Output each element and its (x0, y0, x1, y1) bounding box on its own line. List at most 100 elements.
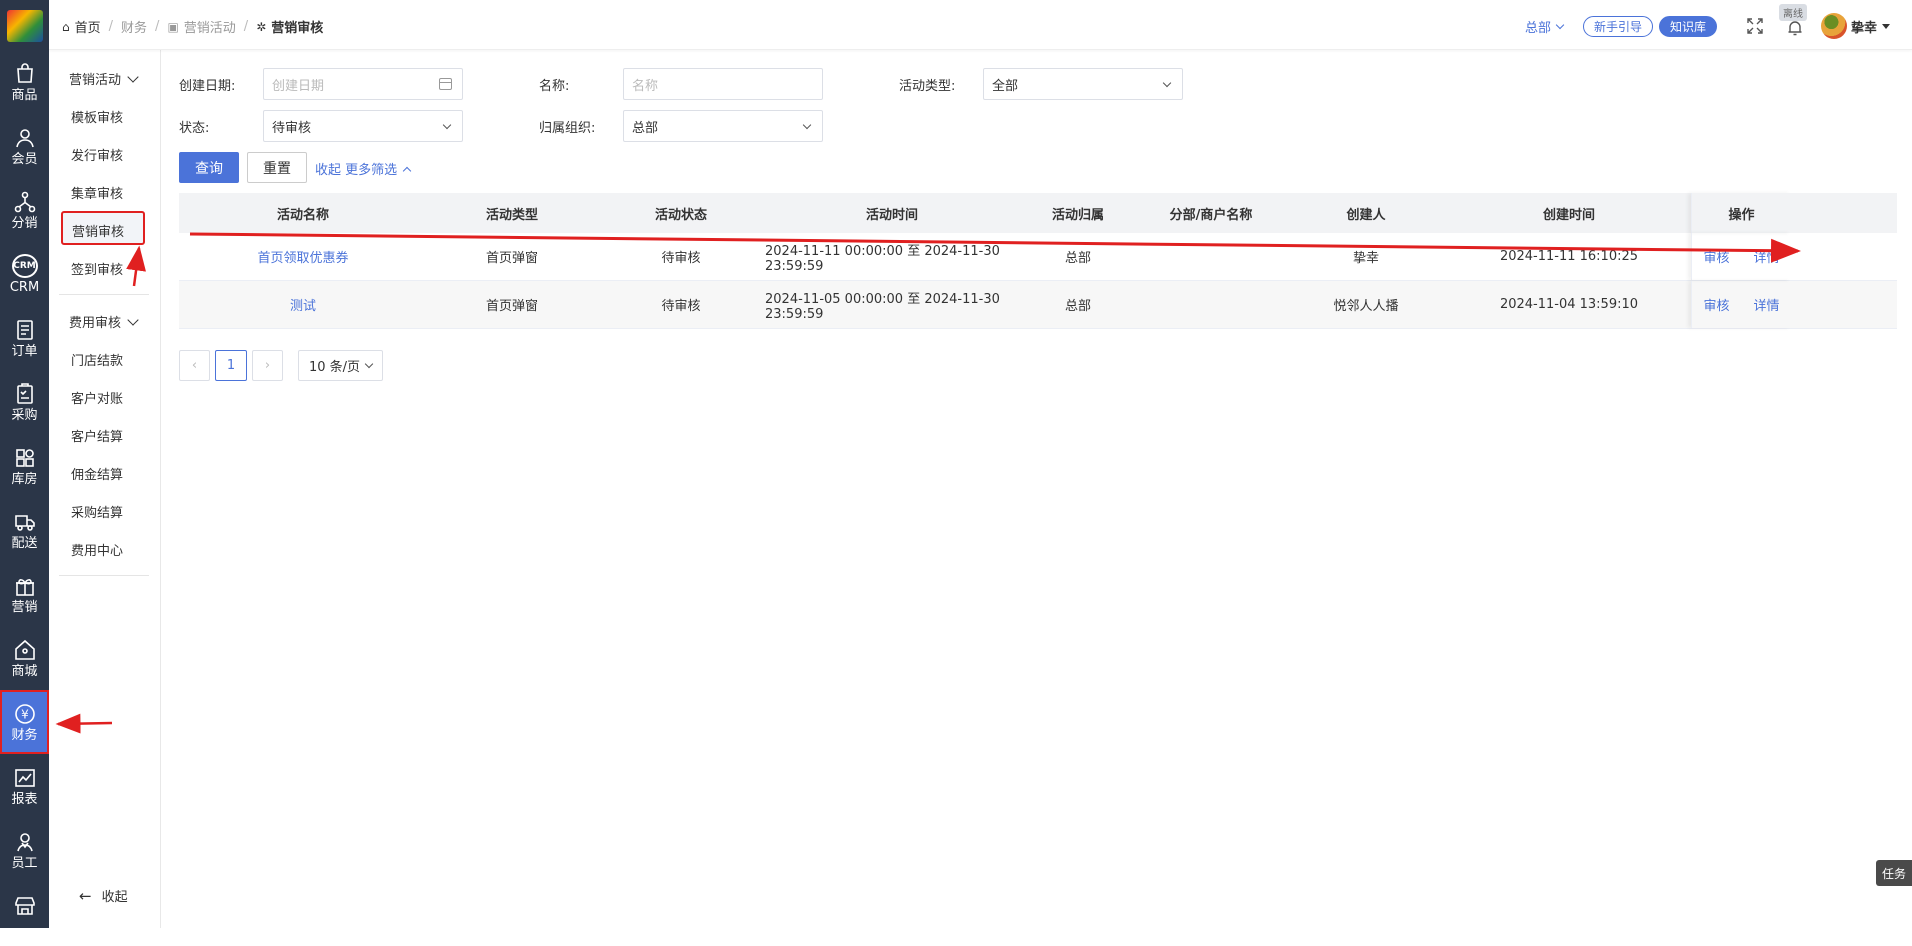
caret-down-icon (1882, 23, 1890, 29)
rail-item-label: 员工 (11, 856, 38, 871)
name-input[interactable]: 名称 (623, 68, 823, 100)
knowledge-base-button[interactable]: 知识库 (1658, 15, 1717, 37)
rail-item-label: CRM (9, 280, 40, 295)
org-label: 归属组织: (539, 121, 596, 136)
rail-item-order[interactable]: 订单 (0, 306, 49, 370)
col-activity-name: 活动名称 (276, 207, 329, 223)
rail-item-store[interactable] (0, 882, 49, 946)
network-icon (14, 191, 35, 213)
cell-status: 待审核 (661, 251, 701, 266)
rail-item-clipboard[interactable]: 采购 (0, 370, 49, 434)
org-select[interactable]: 总部 (623, 110, 823, 142)
page-size-select[interactable]: 10 条/页 (298, 350, 383, 381)
date-label: 创建日期: (179, 79, 236, 94)
toggle-more-filters[interactable]: 收起 更多筛选 (315, 159, 412, 178)
rail-item-label: 财务 (11, 728, 38, 743)
submenu-item-checkin-review[interactable]: 签到审核 (71, 259, 123, 278)
store-icon (14, 897, 35, 915)
nav-rail: 商品会员 分销 CRM CRM 订单采购库房 配送 营销 商城 ¥ 财务报表员工 (0, 0, 49, 928)
submenu-group-marketing[interactable]: 营销活动 (69, 69, 139, 88)
calendar-icon (439, 78, 452, 90)
rail-item-shopping-bag[interactable]: 商品 (0, 50, 49, 114)
rail-item-network[interactable]: 分销 (0, 178, 49, 242)
submenu-item-customer-settle[interactable]: 客户结算 (71, 426, 123, 445)
detail-link[interactable]: 详情 (1754, 295, 1780, 314)
submenu-item-commission-settle[interactable]: 佣金结算 (71, 464, 123, 483)
submenu: 营销活动 模板审核 发行审核 集章审核 营销审核 签到审核 费用审核 门店结款 … (49, 50, 161, 928)
cell-created: 2024-11-04 13:59:10 (1499, 297, 1639, 312)
rail-item-home[interactable]: 商城 (0, 626, 49, 690)
rail-item-grid[interactable]: 库房 (0, 434, 49, 498)
breadcrumb-separator: / (108, 19, 114, 34)
chevron-down-icon (364, 359, 374, 368)
breadcrumb: ⌂ 首页 / 财务 / ▣ 营销活动 / ✲ 营销审核 (62, 17, 323, 36)
cell-time: 2024-11-11 00:00:00 至 2024-11-30 23:59:5… (765, 243, 1000, 274)
truck-icon (14, 515, 35, 531)
collapse-button[interactable]: ← 收起 (79, 886, 128, 906)
col-activity-owner: 活动归属 (1051, 207, 1104, 223)
activity-name-link[interactable]: 测试 (179, 281, 427, 328)
rail-item-truck[interactable]: 配送 (0, 498, 49, 562)
fullscreen-icon[interactable] (1747, 18, 1763, 34)
rail-item-label: 商品 (11, 88, 38, 103)
date-picker[interactable]: 创建日期 (263, 68, 463, 100)
breadcrumb-home[interactable]: ⌂ 首页 (62, 17, 101, 37)
status-select[interactable]: 待审核 (263, 110, 463, 142)
rail-item-user[interactable]: 会员 (0, 114, 49, 178)
submenu-item-issue-review[interactable]: 发行审核 (71, 145, 123, 164)
submenu-group-expense[interactable]: 费用审核 (69, 312, 139, 331)
page-1-button[interactable]: 1 (215, 350, 247, 381)
username-label: 挚幸 (1850, 20, 1877, 36)
chevron-up-icon (402, 166, 412, 175)
rail-item-chart[interactable]: 报表 (0, 754, 49, 818)
breadcrumb-label: 财务 (121, 21, 148, 36)
rail-item-staff[interactable]: 员工 (0, 818, 49, 882)
submenu-group-label: 费用审核 (69, 316, 122, 331)
reset-button[interactable]: 重置 (247, 152, 307, 183)
status-select-value: 待审核 (272, 120, 312, 136)
rail-item-yen[interactable]: ¥ 财务 (0, 690, 49, 754)
top-header: ⌂ 首页 / 财务 / ▣ 营销活动 / ✲ 营销审核 总部 新手引导 知识库 … (49, 0, 1912, 50)
user-menu[interactable]: 挚幸 (1851, 17, 1890, 36)
review-link[interactable]: 审核 (1703, 295, 1729, 314)
submenu-item-purchase-settle[interactable]: 采购结算 (71, 502, 123, 521)
submenu-item-template-review[interactable]: 模板审核 (71, 107, 123, 126)
breadcrumb-marketing[interactable]: ▣ 营销活动 (167, 17, 235, 37)
page-size-value: 10 条/页 (308, 360, 361, 375)
submenu-item-marketing-review[interactable]: 营销审核 (61, 211, 145, 245)
cell-creator: 悦邻人人播 (1333, 299, 1399, 314)
prev-page-button[interactable]: ‹ (179, 350, 210, 381)
bell-icon (1788, 21, 1802, 36)
detail-link[interactable]: 详情 (1754, 247, 1780, 266)
offline-badge: 离线 (1778, 4, 1807, 21)
query-button[interactable]: 查询 (179, 152, 239, 183)
rail-item-crm[interactable]: CRM CRM (0, 242, 49, 306)
submenu-item-stamp-review[interactable]: 集章审核 (71, 183, 123, 202)
next-page-button[interactable]: › (252, 350, 283, 381)
header-actions: 总部 新手引导 知识库 离线 挚幸 (1525, 4, 1890, 40)
chevron-down-icon (127, 313, 139, 326)
org-selector[interactable]: 总部 (1525, 17, 1565, 36)
shopping-bag-icon (16, 63, 33, 83)
col-activity-type: 活动类型 (485, 207, 538, 223)
submenu-item-customer-reconcile[interactable]: 客户对账 (71, 388, 123, 407)
review-link[interactable]: 审核 (1703, 247, 1729, 266)
submenu-item-store-payment[interactable]: 门店结款 (71, 350, 123, 369)
cell-owner: 总部 (1064, 251, 1091, 266)
brand-logo[interactable] (7, 10, 43, 42)
rail-item-label: 采购 (11, 408, 38, 423)
task-tab[interactable]: 任务 (1876, 860, 1912, 886)
activity-name-link[interactable]: 首页领取优惠券 (179, 233, 427, 280)
notification-bell[interactable]: 离线 (1778, 4, 1807, 36)
activity-type-select[interactable]: 全部 (983, 68, 1183, 100)
rail-item-gift[interactable]: 营销 (0, 562, 49, 626)
col-created-time: 创建时间 (1542, 207, 1595, 223)
order-icon (16, 320, 33, 340)
breadcrumb-finance[interactable]: 财务 (121, 17, 147, 36)
guide-button[interactable]: 新手引导 (1582, 15, 1653, 37)
submenu-item-expense-center[interactable]: 费用中心 (71, 540, 123, 559)
grid-icon (15, 449, 34, 467)
home-icon: ⌂ (62, 19, 70, 34)
svg-text:¥: ¥ (21, 708, 29, 722)
avatar[interactable] (1820, 13, 1847, 39)
